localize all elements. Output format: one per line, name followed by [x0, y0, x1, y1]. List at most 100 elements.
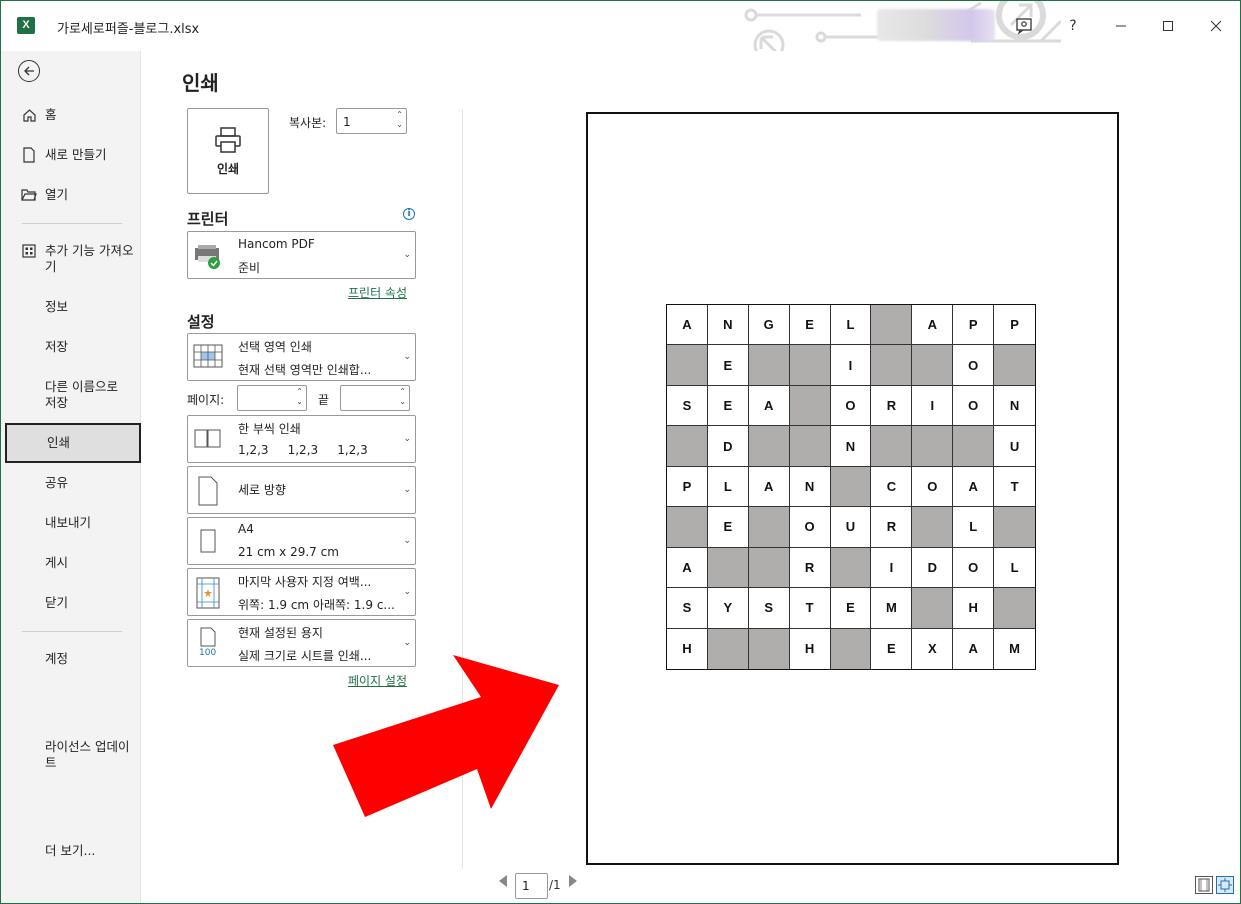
printer-icon	[215, 126, 241, 153]
letter-cell: P	[953, 305, 995, 346]
letter-cell: H	[789, 628, 831, 669]
nav-addins[interactable]: 추가 기능 가져오기	[5, 243, 141, 275]
chevron-down-icon: ⌄	[403, 587, 411, 597]
margins-dropdown[interactable]: 마지막 사용자 지정 여백... 위쪽: 1.9 cm 아래쪽: 1.9 c..…	[187, 568, 416, 616]
letter-cell: E	[789, 305, 831, 346]
print-scope-dropdown[interactable]: 선택 영역 인쇄 현재 선택 영역만 인쇄합... ⌄	[187, 333, 416, 381]
minimize-button[interactable]	[1106, 11, 1136, 41]
show-margins-button[interactable]	[1195, 876, 1213, 894]
blocked-cell	[830, 466, 872, 508]
letter-cell: T	[994, 466, 1035, 508]
nav-info[interactable]: 정보	[5, 299, 141, 315]
letter-cell: N	[789, 466, 831, 508]
nav-print[interactable]: 인쇄	[5, 423, 141, 463]
info-icon[interactable]: i	[403, 208, 415, 220]
excel-window: X 가로세로퍼즐-블로그.xlsx ? 홈 새로 만들기 열기 추가 기능 가져…	[0, 0, 1241, 904]
letter-cell: N	[830, 426, 872, 467]
blocked-cell	[912, 507, 954, 548]
backstage-nav: 홈 새로 만들기 열기 추가 기능 가져오기 정보 저장 다른 이름으로 저장 …	[1, 51, 141, 903]
nav-share[interactable]: 공유	[5, 475, 141, 491]
letter-cell: O	[789, 507, 831, 548]
letter-cell: L	[707, 466, 749, 508]
pages-from-input[interactable]: ⌃ ⌄	[237, 385, 307, 411]
stepper-arrows-icon[interactable]: ⌃ ⌄	[396, 110, 403, 130]
nav-home[interactable]: 홈	[5, 107, 141, 123]
blocked-cell	[994, 345, 1035, 386]
copies-stepper[interactable]: 1 ⌃ ⌄	[336, 108, 407, 134]
previous-page-button[interactable]	[498, 874, 508, 891]
zoom-to-page-button[interactable]	[1216, 876, 1234, 894]
blocked-cell	[871, 345, 913, 386]
current-page-input[interactable]: 1	[515, 873, 548, 899]
back-button[interactable]	[18, 60, 40, 82]
blocked-cell	[748, 628, 790, 669]
letter-cell: A	[953, 466, 995, 508]
nav-new[interactable]: 새로 만들기	[5, 147, 141, 163]
user-account-area[interactable]	[877, 9, 995, 41]
nav-more[interactable]: 더 보기...	[5, 843, 141, 859]
maximize-button[interactable]	[1153, 11, 1183, 41]
letter-cell: N	[707, 305, 749, 346]
help-button[interactable]: ?	[1058, 11, 1088, 41]
letter-cell: D	[707, 426, 749, 467]
letter-cell: A	[748, 385, 790, 427]
arrow-left-icon	[24, 66, 34, 76]
folder-open-icon	[21, 187, 37, 203]
letter-cell: O	[953, 547, 995, 589]
triangle-right-icon	[569, 875, 577, 887]
letter-cell: A	[912, 305, 954, 346]
paper-size-dropdown[interactable]: A4 21 cm x 29.7 cm ⌄	[187, 517, 416, 565]
nav-open[interactable]: 열기	[5, 187, 141, 203]
letter-cell: O	[830, 385, 872, 427]
total-pages: /1	[549, 878, 561, 892]
letter-cell: R	[871, 507, 913, 548]
letter-cell: A	[667, 305, 708, 346]
printer-properties-link[interactable]: 프린터 속성	[348, 284, 407, 301]
home-icon	[21, 107, 37, 123]
selection-table-icon	[193, 344, 223, 368]
next-page-button[interactable]	[568, 874, 578, 891]
nav-license-update[interactable]: 라이선스 업데이트	[5, 739, 141, 771]
nav-save[interactable]: 저장	[5, 339, 141, 355]
chevron-down-icon: ⌄	[403, 352, 411, 362]
letter-cell: L	[953, 507, 995, 548]
copies-label: 복사본:	[289, 116, 327, 130]
stepper-arrows-icon[interactable]: ⌃ ⌄	[399, 387, 406, 407]
letter-cell: U	[830, 507, 872, 548]
letter-cell: H	[953, 588, 995, 629]
nav-export[interactable]: 내보내기	[5, 515, 141, 531]
nav-account[interactable]: 계정	[5, 651, 141, 667]
blocked-cell	[789, 385, 831, 427]
letter-cell: S	[748, 588, 790, 629]
blocked-cell	[994, 588, 1035, 629]
letter-cell: R	[871, 385, 913, 427]
blocked-cell	[748, 426, 790, 467]
coauthor-icon[interactable]	[1009, 11, 1039, 41]
letter-cell: O	[912, 466, 954, 508]
nav-publish[interactable]: 게시	[5, 555, 141, 571]
letter-cell: C	[871, 466, 913, 508]
collate-pages-icon	[194, 429, 221, 448]
nav-separator	[22, 631, 122, 632]
blocked-cell	[707, 547, 749, 589]
close-icon	[1210, 20, 1222, 32]
letter-cell: P	[994, 305, 1035, 346]
pages-to-input[interactable]: ⌃ ⌄	[340, 385, 410, 411]
print-button[interactable]: 인쇄	[187, 108, 269, 194]
orientation-dropdown[interactable]: 세로 방향 ⌄	[187, 466, 416, 514]
help-icon: ?	[1069, 18, 1077, 34]
collate-dropdown[interactable]: 한 부씩 인쇄 1,2,3 1,2,3 1,2,3 ⌄	[187, 415, 416, 463]
nav-close[interactable]: 닫기	[5, 595, 141, 611]
letter-cell: I	[912, 385, 954, 427]
letter-cell: A	[748, 466, 790, 508]
printer-dropdown[interactable]: Hancom PDF 준비 ⌄	[187, 231, 416, 279]
nav-save-as[interactable]: 다른 이름으로 저장	[5, 379, 141, 411]
close-button[interactable]	[1201, 11, 1231, 41]
letter-cell: E	[830, 588, 872, 629]
blocked-cell	[748, 345, 790, 386]
blocked-cell	[912, 426, 954, 467]
stepper-arrows-icon[interactable]: ⌃ ⌄	[296, 387, 303, 407]
letter-cell: I	[830, 345, 872, 386]
minimize-icon	[1116, 25, 1126, 27]
letter-cell: P	[667, 466, 708, 508]
